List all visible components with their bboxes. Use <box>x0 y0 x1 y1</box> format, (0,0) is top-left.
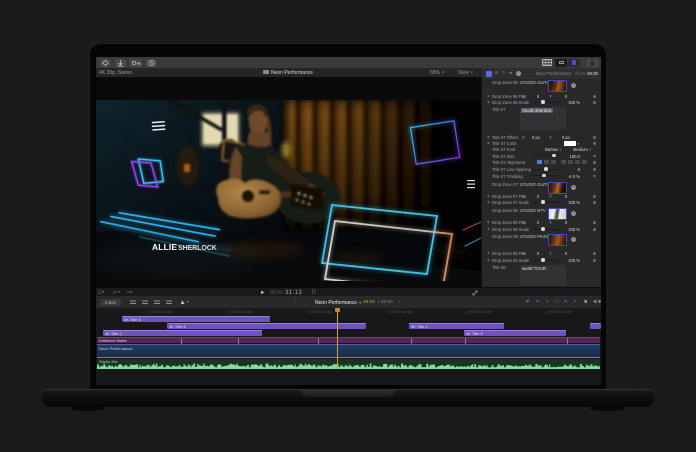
svg-text:SHERLOCK: SHERLOCK <box>178 245 217 252</box>
svg-text:ALLIE: ALLIE <box>152 242 177 252</box>
